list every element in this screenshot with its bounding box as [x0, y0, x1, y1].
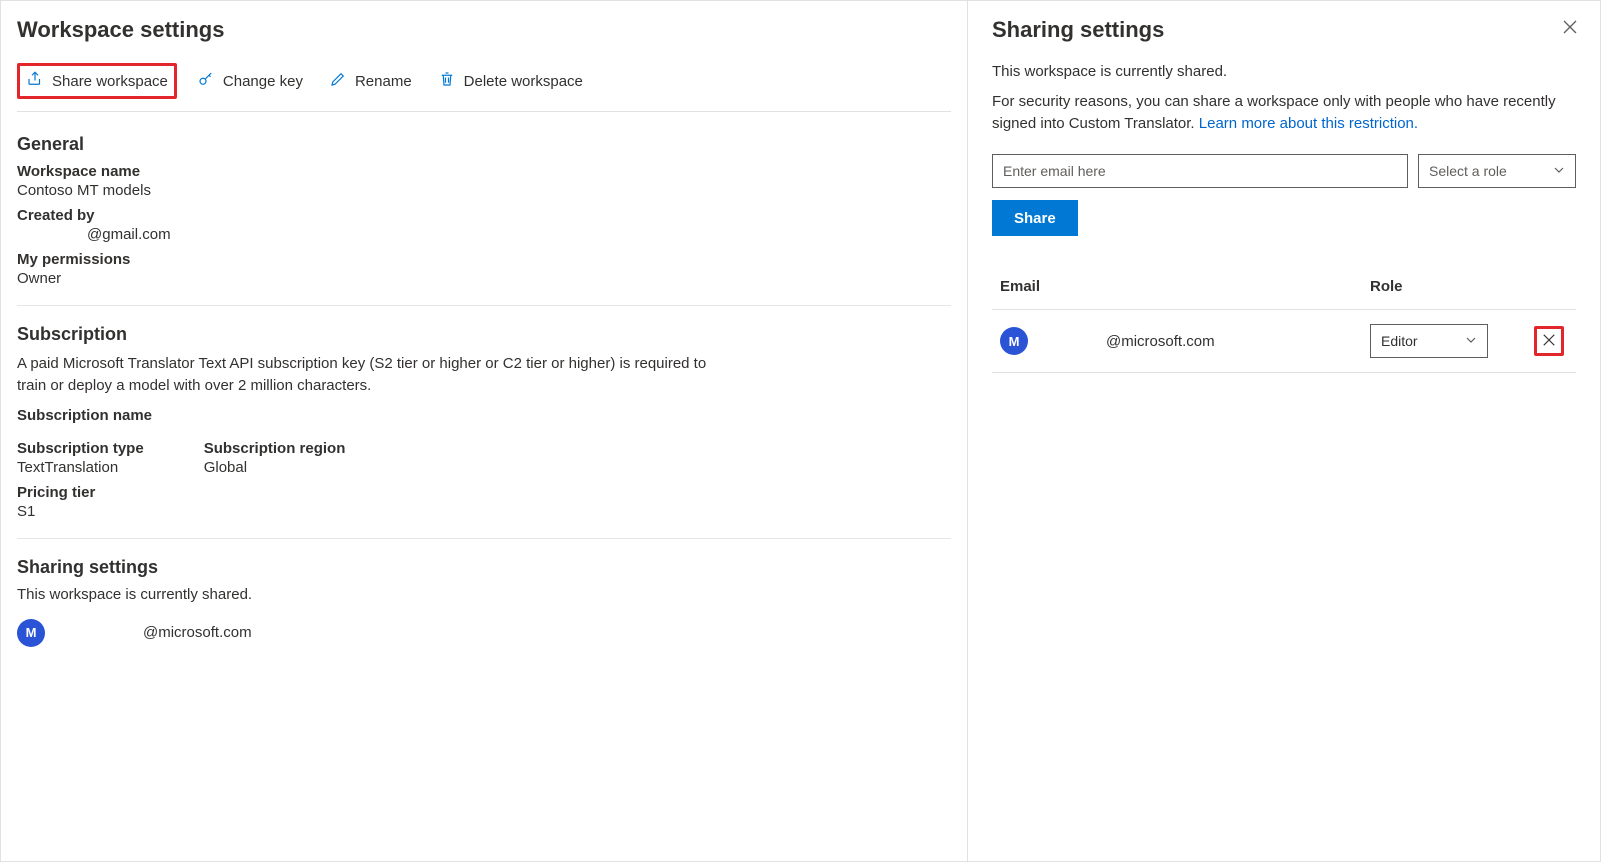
chevron-down-icon — [1465, 333, 1477, 349]
email-input[interactable] — [992, 154, 1408, 188]
permissions-label: My permissions — [17, 251, 951, 268]
created-by-value: @gmail.com — [17, 226, 951, 243]
learn-more-link[interactable]: Learn more about this restriction. — [1199, 115, 1418, 132]
subscription-name-label: Subscription name — [17, 407, 951, 424]
row-role-select[interactable]: Editor — [1370, 324, 1488, 358]
subscription-region-value: Global — [204, 459, 346, 476]
sharing-panel: Sharing settings This workspace is curre… — [968, 1, 1600, 861]
sharing-status: This workspace is currently shared. — [17, 586, 951, 603]
share-table-header: Email Role — [992, 264, 1576, 310]
general-section: General Workspace name Contoso MT models… — [17, 130, 951, 306]
subscription-type-value: TextTranslation — [17, 459, 144, 476]
toolbar: Share workspace Change key Rename Delete… — [17, 57, 951, 112]
row-email: @microsoft.com — [1046, 333, 1215, 350]
workspace-name-value: Contoso MT models — [17, 182, 951, 199]
close-icon — [1542, 333, 1556, 350]
close-icon — [1562, 22, 1578, 38]
sharing-section: Sharing settings This workspace is curre… — [17, 553, 951, 665]
key-icon — [197, 70, 215, 92]
remove-user-button[interactable] — [1534, 326, 1564, 356]
panel-title: Sharing settings — [992, 17, 1576, 43]
main-content: Workspace settings Share workspace Chang… — [1, 1, 968, 861]
subscription-type-label: Subscription type — [17, 440, 144, 457]
row-role-value: Editor — [1381, 333, 1418, 349]
workspace-name-label: Workspace name — [17, 163, 951, 180]
share-icon — [26, 70, 44, 92]
subscription-section: Subscription A paid Microsoft Translator… — [17, 320, 951, 539]
trash-icon — [438, 70, 456, 92]
rename-button[interactable]: Rename — [323, 63, 418, 99]
panel-security-text: For security reasons, you can share a wo… — [992, 91, 1576, 135]
general-heading: General — [17, 134, 951, 155]
permissions-value: Owner — [17, 270, 951, 287]
sharing-heading: Sharing settings — [17, 557, 951, 578]
share-form: Select a role — [992, 154, 1576, 188]
chevron-down-icon — [1553, 163, 1565, 179]
avatar: M — [1000, 327, 1028, 355]
shared-user-row: M @microsoft.com — [17, 619, 951, 647]
role-select[interactable]: Select a role — [1418, 154, 1576, 188]
pricing-tier-label: Pricing tier — [17, 484, 951, 501]
share-table: Email Role M @microsoft.com Editor — [992, 264, 1576, 373]
delete-workspace-button[interactable]: Delete workspace — [432, 63, 589, 99]
panel-status: This workspace is currently shared. — [992, 61, 1576, 83]
page-title: Workspace settings — [17, 17, 951, 43]
shared-email: @microsoft.com — [63, 624, 252, 641]
created-by-label: Created by — [17, 207, 951, 224]
subscription-desc: A paid Microsoft Translator Text API sub… — [17, 353, 717, 397]
close-panel-button[interactable] — [1562, 19, 1578, 38]
pencil-icon — [329, 70, 347, 92]
email-header: Email — [1000, 278, 1370, 295]
pricing-tier-value: S1 — [17, 503, 951, 520]
share-button[interactable]: Share — [992, 200, 1078, 236]
share-table-row: M @microsoft.com Editor — [992, 310, 1576, 373]
share-workspace-button[interactable]: Share workspace — [17, 63, 177, 99]
subscription-heading: Subscription — [17, 324, 951, 345]
role-select-value: Select a role — [1429, 163, 1507, 179]
subscription-region-label: Subscription region — [204, 440, 346, 457]
role-header: Role — [1370, 278, 1530, 295]
change-key-button[interactable]: Change key — [191, 63, 309, 99]
avatar: M — [17, 619, 45, 647]
